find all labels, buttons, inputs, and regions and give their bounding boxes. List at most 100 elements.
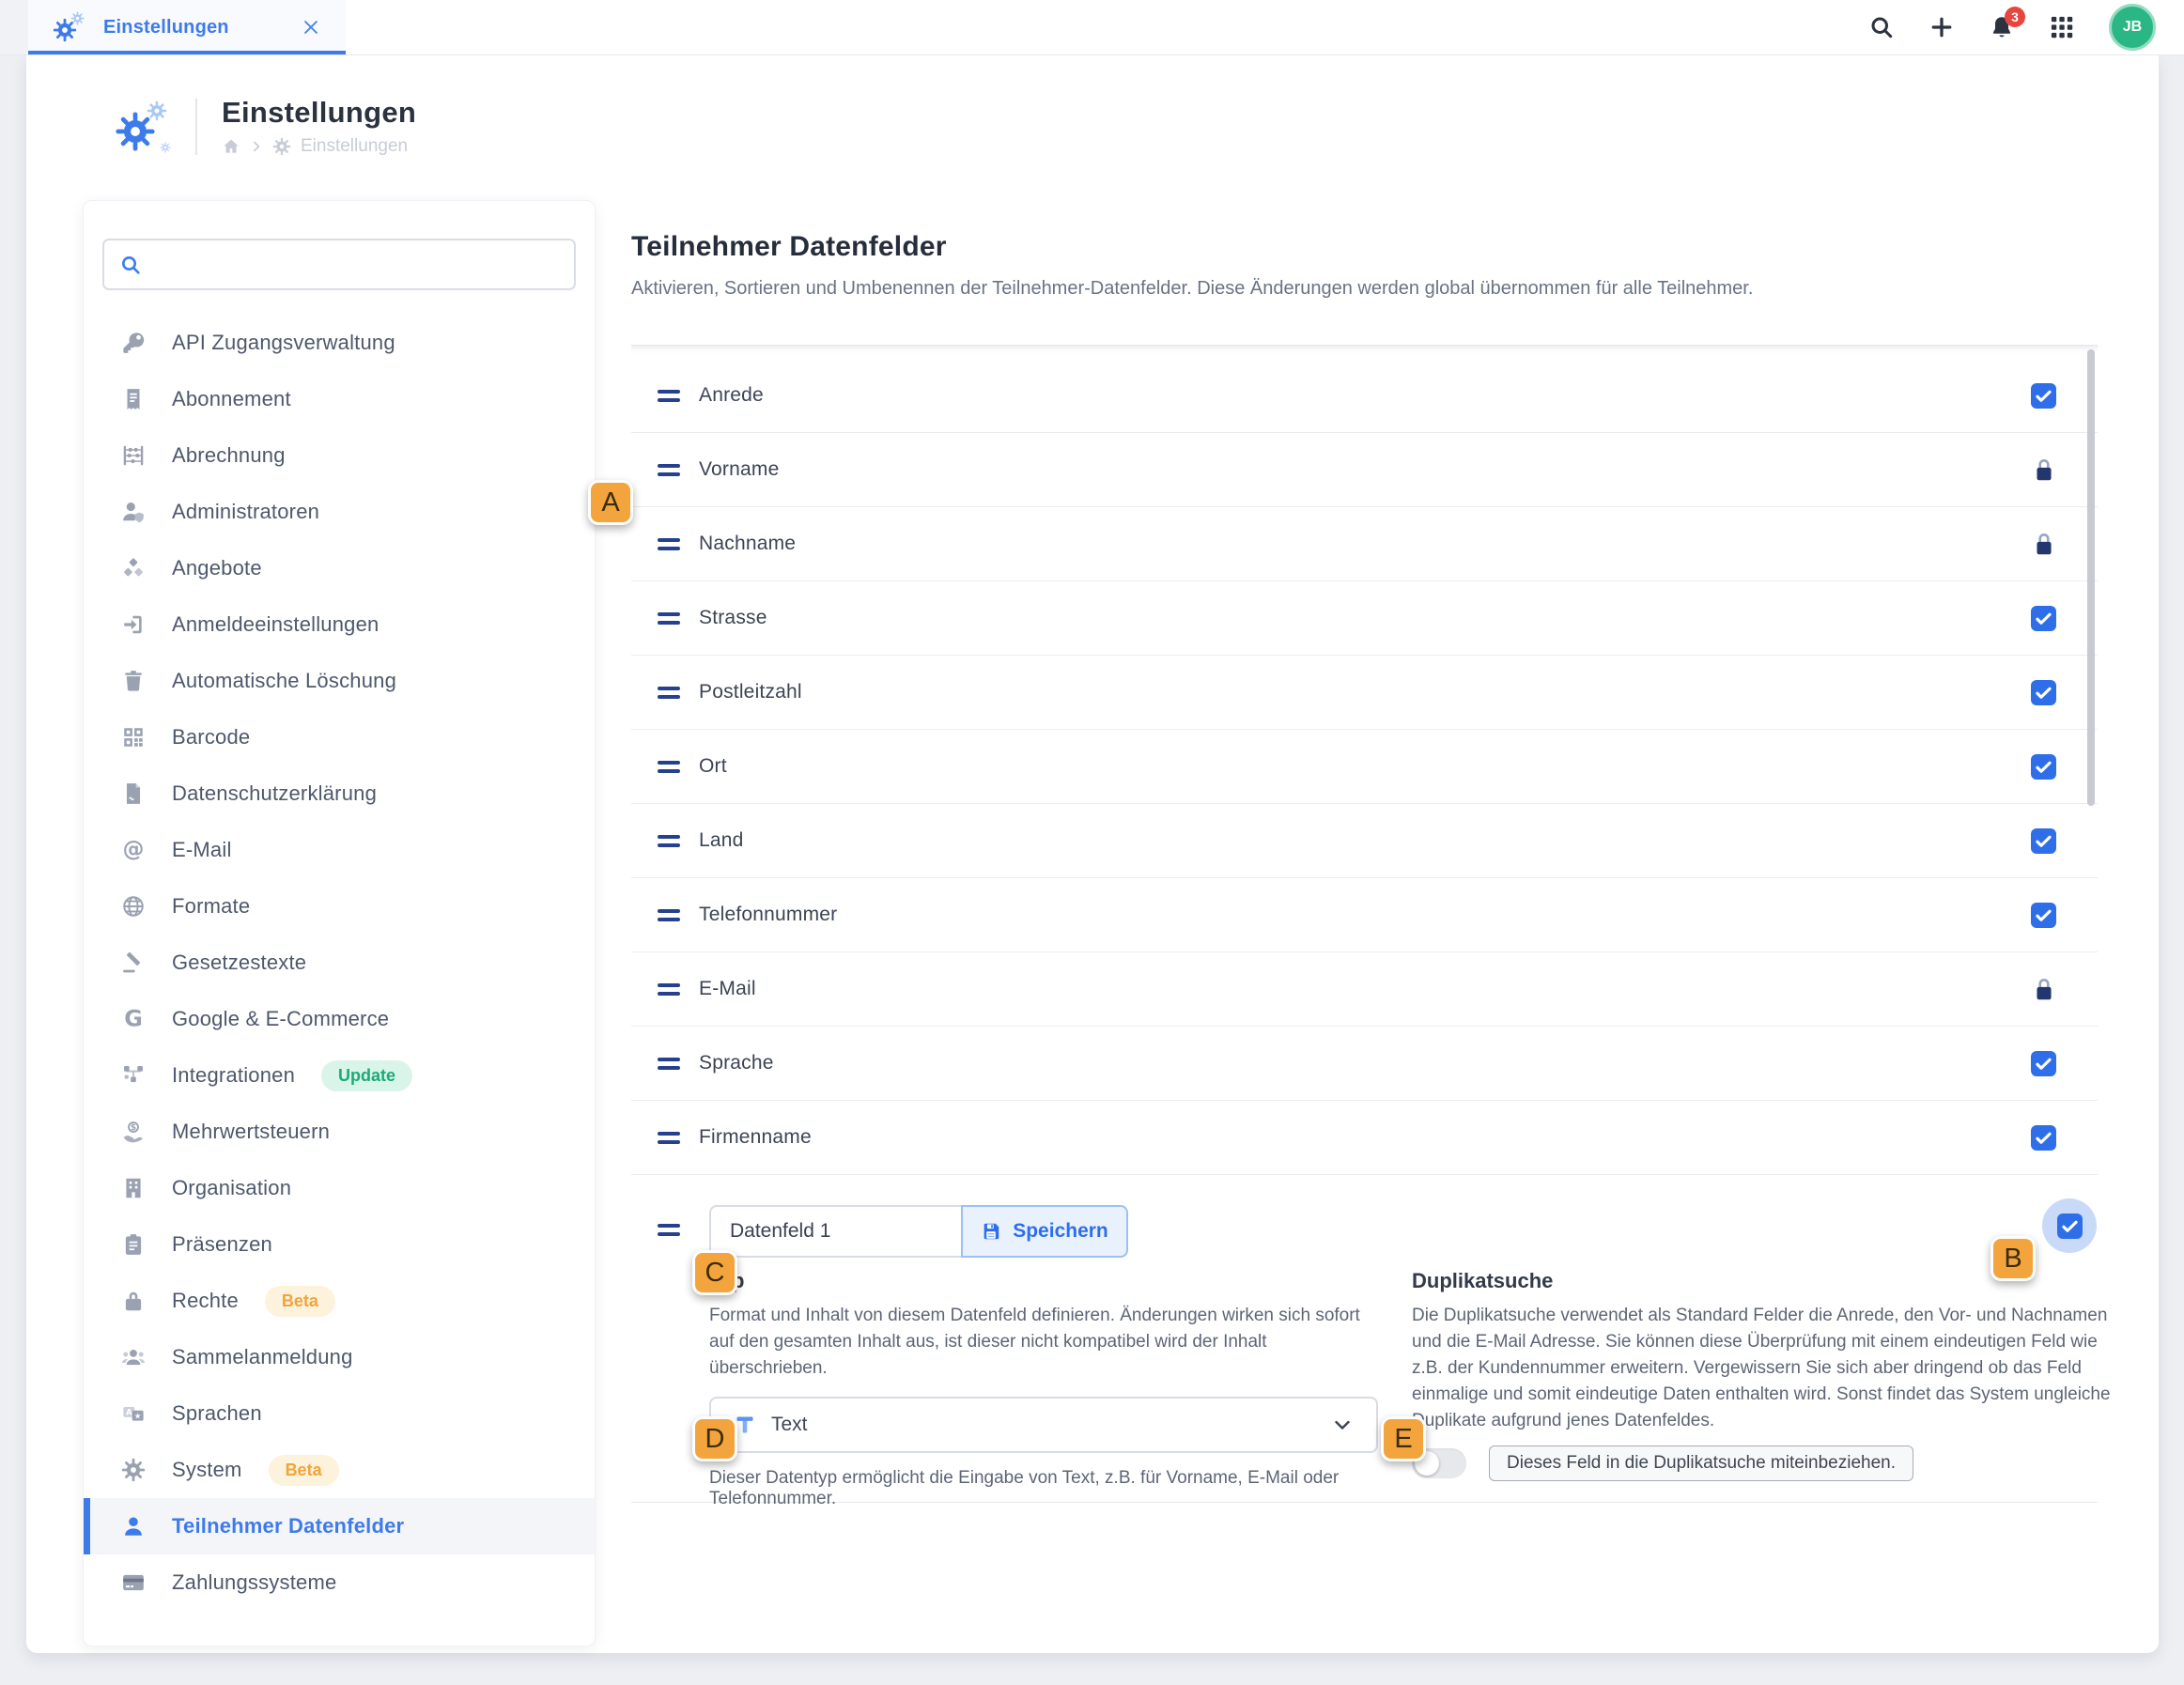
field-name-input[interactable] xyxy=(709,1205,961,1258)
apps-grid-icon[interactable] xyxy=(2049,14,2075,40)
field-label: Land xyxy=(699,829,2031,852)
sidebar-item[interactable]: Abrechnung xyxy=(84,427,595,484)
avatar[interactable]: JB xyxy=(2109,4,2156,51)
sidebar-item[interactable]: @ E-Mail xyxy=(84,822,595,878)
annotation-badge: A xyxy=(588,480,633,525)
sidebar-item[interactable]: Abonnement xyxy=(84,371,595,427)
include-in-duplicate-search-button[interactable]: Dieses Feld in die Duplikatsuche miteinb… xyxy=(1489,1445,1913,1481)
sidebar-item[interactable]: Administratoren xyxy=(84,484,595,540)
save-button[interactable]: Speichern xyxy=(961,1205,1128,1258)
settings-sidebar: API Zugangsverwaltung Abonnement Abrechn… xyxy=(83,200,596,1646)
tab-label: Einstellungen xyxy=(103,17,284,39)
sidebar-item[interactable]: Formate xyxy=(84,878,595,935)
duplicate-search-description: Die Duplikatsuche verwendet als Standard… xyxy=(1412,1303,2118,1434)
sidebar-item-icon xyxy=(121,556,146,580)
search-icon xyxy=(119,254,142,276)
svg-text:@: @ xyxy=(123,838,145,862)
add-icon[interactable] xyxy=(1928,14,1955,40)
drag-handle-icon[interactable] xyxy=(658,464,680,476)
drag-handle-icon[interactable] xyxy=(658,983,680,996)
drag-handle-icon[interactable] xyxy=(658,390,680,402)
sidebar-item-icon xyxy=(121,612,146,637)
sidebar-item[interactable]: A★ Sprachen xyxy=(84,1385,595,1442)
tab-einstellungen[interactable]: Einstellungen xyxy=(28,0,346,54)
search-icon[interactable] xyxy=(1868,14,1895,40)
sidebar-item-icon xyxy=(121,1570,146,1595)
sidebar-item[interactable]: Organisation xyxy=(84,1160,595,1216)
sidebar-item-label: Abrechnung xyxy=(172,443,286,468)
sidebar-item[interactable]: Integrationen Update xyxy=(84,1047,595,1104)
sidebar-item-label: Barcode xyxy=(172,725,250,750)
sidebar-item-icon xyxy=(121,1289,146,1313)
sidebar-item[interactable]: Präsenzen xyxy=(84,1216,595,1273)
home-icon[interactable] xyxy=(222,137,240,156)
save-icon xyxy=(981,1221,1001,1242)
sidebar-item[interactable]: API Zugangsverwaltung xyxy=(84,315,595,371)
field-label: Firmenname xyxy=(699,1126,2031,1149)
sidebar-item[interactable]: Anmeldeeinstellungen xyxy=(84,596,595,653)
field-enabled-checkbox[interactable] xyxy=(2031,1125,2056,1151)
drag-handle-icon[interactable] xyxy=(658,835,680,847)
sidebar-item-label: Datenschutzerklärung xyxy=(172,781,377,806)
sidebar-item-icon: $ xyxy=(121,1120,146,1144)
sidebar-nav: API Zugangsverwaltung Abonnement Abrechn… xyxy=(84,315,595,1611)
annotation-badge: D xyxy=(692,1416,737,1461)
field-label: Strasse xyxy=(699,607,2031,629)
drag-handle-icon[interactable] xyxy=(658,1224,680,1236)
drag-handle-icon[interactable] xyxy=(658,909,680,921)
drag-handle-icon[interactable] xyxy=(658,761,680,773)
field-row: Ort xyxy=(631,730,2098,804)
drag-handle-icon[interactable] xyxy=(658,538,680,550)
sidebar-item[interactable]: Angebote xyxy=(84,540,595,596)
sidebar-item-icon xyxy=(121,443,146,468)
sidebar-item[interactable]: Barcode xyxy=(84,709,595,765)
sidebar-item[interactable]: Zahlungssysteme xyxy=(84,1554,595,1611)
notifications-icon[interactable]: 3 xyxy=(1989,14,2015,40)
lock-icon xyxy=(2032,456,2056,483)
field-enabled-checkbox[interactable] xyxy=(2031,828,2056,854)
sidebar-item[interactable]: Gesetzestexte xyxy=(84,935,595,991)
field-enabled-checkbox[interactable] xyxy=(2031,383,2056,409)
field-row: Land xyxy=(631,804,2098,878)
annotation-badge: C xyxy=(692,1250,737,1295)
typ-select[interactable]: Text xyxy=(709,1397,1378,1453)
drag-handle-icon[interactable] xyxy=(658,1058,680,1070)
drag-handle-icon[interactable] xyxy=(658,687,680,699)
close-tab-icon[interactable] xyxy=(301,17,321,38)
drag-handle-icon[interactable] xyxy=(658,1132,680,1144)
field-enabled-checkbox[interactable] xyxy=(2031,903,2056,928)
field-label: Vorname xyxy=(699,458,2032,481)
search-input[interactable] xyxy=(153,254,559,275)
sidebar-item[interactable]: Automatische Löschung xyxy=(84,653,595,709)
sidebar-search[interactable] xyxy=(102,239,576,290)
sidebar-item-label: Abonnement xyxy=(172,387,291,411)
page-header: Einstellungen Einstellungen xyxy=(115,96,416,157)
field-enabled-checkbox[interactable] xyxy=(2031,1051,2056,1076)
sidebar-item-badge: Beta xyxy=(265,1286,335,1317)
field-label: Nachname xyxy=(699,533,2032,555)
field-enabled-checkbox[interactable] xyxy=(2031,754,2056,780)
sidebar-item[interactable]: Datenschutzerklärung xyxy=(84,765,595,822)
scrollbar-thumb[interactable] xyxy=(2087,349,2095,806)
drag-handle-icon[interactable] xyxy=(658,612,680,625)
sidebar-item-icon xyxy=(121,951,146,975)
chevron-down-icon xyxy=(1331,1414,1354,1436)
sidebar-item[interactable]: Sammelanmeldung xyxy=(84,1329,595,1385)
duplicate-search-section: Duplikatsuche Die Duplikatsuche verwende… xyxy=(1412,1269,2118,1481)
field-enabled-checkbox[interactable] xyxy=(2031,680,2056,705)
sidebar-item[interactable]: $ Mehrwertsteuern xyxy=(84,1104,595,1160)
sidebar-item-label: Mehrwertsteuern xyxy=(172,1120,330,1144)
sidebar-item-icon: @ xyxy=(121,838,146,862)
sidebar-item[interactable]: Rechte Beta xyxy=(84,1273,595,1329)
sidebar-item[interactable]: System Beta xyxy=(84,1442,595,1498)
sidebar-item[interactable]: Teilnehmer Datenfelder xyxy=(84,1498,595,1554)
field-enabled-checkbox[interactable] xyxy=(2031,606,2056,631)
sidebar-item-icon xyxy=(121,500,146,524)
sidebar-item-icon xyxy=(121,669,146,693)
sidebar-item-label: Angebote xyxy=(172,556,262,580)
content-subtitle: Aktivieren, Sortieren und Umbenennen der… xyxy=(631,278,1753,300)
settings-gears-icon xyxy=(272,137,291,156)
field-enabled-checkbox[interactable] xyxy=(2057,1214,2083,1239)
sidebar-item-icon xyxy=(121,781,146,806)
sidebar-item[interactable]: G Google & E-Commerce xyxy=(84,991,595,1047)
